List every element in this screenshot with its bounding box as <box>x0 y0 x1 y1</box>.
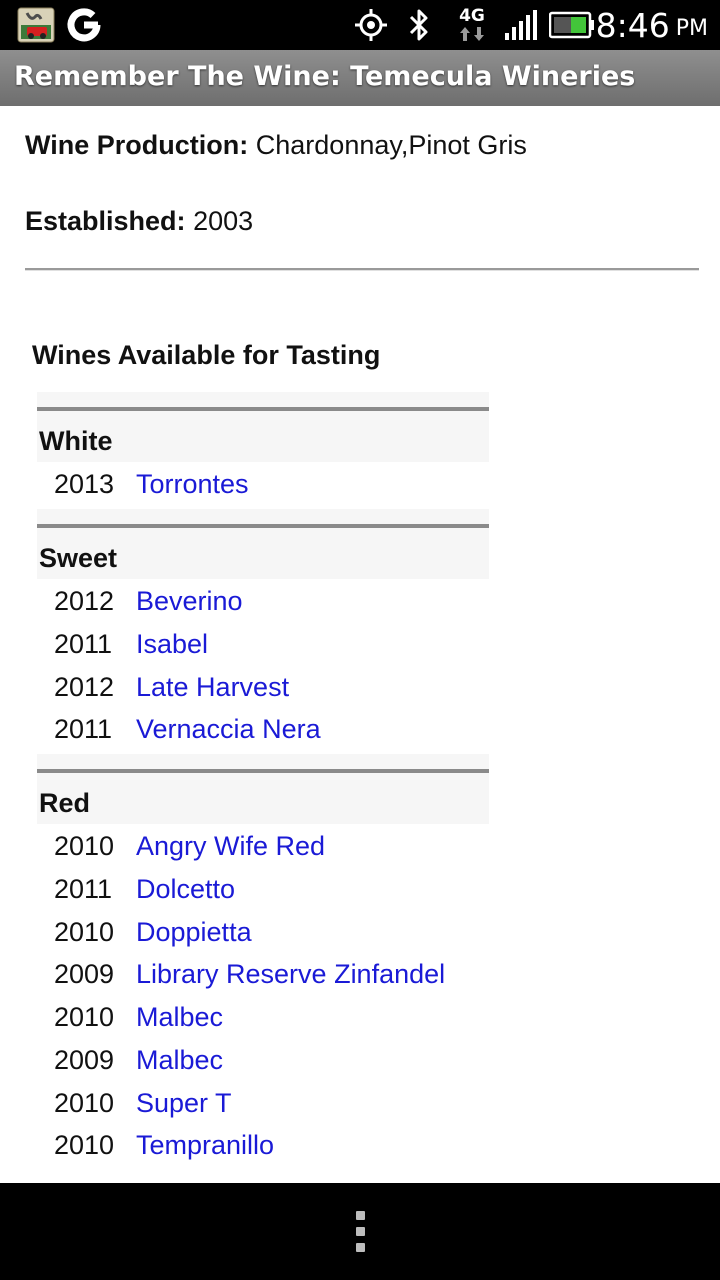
category-rule <box>37 407 489 411</box>
bluetooth-icon <box>402 0 436 50</box>
tasting-section-title: Wines Available for Tasting <box>32 340 381 370</box>
category-header-red <box>37 754 489 824</box>
established-line: Established: 2003 <box>25 206 253 237</box>
wine-link[interactable]: Isabel <box>136 629 208 660</box>
wine-link[interactable]: Torrontes <box>136 469 249 500</box>
status-bar: 4G 8:46 PM <box>0 0 720 50</box>
wine-year: 2010 <box>54 831 115 861</box>
category-rule <box>37 769 489 773</box>
wine-production-label: Wine Production: <box>25 130 249 160</box>
wine-year: 2010 <box>54 1088 115 1118</box>
wine-year: 2010 <box>54 917 115 947</box>
battery-icon <box>548 0 596 50</box>
gps-icon <box>352 0 390 50</box>
photo-notification-icon <box>16 0 56 50</box>
wine-link[interactable]: Late Harvest <box>136 672 289 703</box>
wine-year: 2011 <box>54 874 113 904</box>
wine-year: 2010 <box>54 1130 115 1160</box>
wine-year: 2011 <box>54 629 113 659</box>
wine-year: 2011 <box>54 714 113 744</box>
wine-link[interactable]: Super T <box>136 1088 232 1119</box>
clock: 8:46 PM <box>596 0 708 50</box>
wine-production-line: Wine Production: Chardonnay,Pinot Gris <box>25 130 527 161</box>
category-name: White <box>39 426 113 456</box>
category-name: Red <box>39 788 91 818</box>
wine-production-value: Chardonnay,Pinot Gris <box>255 130 527 160</box>
wine-link[interactable]: Beverino <box>136 586 243 617</box>
wine-link[interactable]: Malbec <box>136 1002 223 1033</box>
navigation-bar <box>0 1183 720 1280</box>
network-type-label: 4G <box>459 6 485 26</box>
winery-detail-content[interactable]: Wine Production: Chardonnay,Pinot Gris E… <box>0 106 720 1183</box>
wine-year: 2009 <box>54 1045 115 1075</box>
wine-year: 2012 <box>54 672 115 702</box>
wine-year: 2010 <box>54 1002 115 1032</box>
wine-link[interactable]: Angry Wife Red <box>136 831 325 862</box>
clock-time: 8:46 <box>595 5 670 45</box>
established-value: 2003 <box>193 206 254 236</box>
category-name: Sweet <box>39 543 118 573</box>
divider <box>25 268 699 271</box>
category-rule <box>37 524 489 528</box>
4g-data-icon: 4G <box>452 0 492 50</box>
wine-link[interactable]: Dolcetto <box>136 874 235 905</box>
wine-link[interactable]: Library Reserve Zinfandel <box>136 959 445 990</box>
established-label: Established: <box>25 206 186 236</box>
wine-year: 2012 <box>54 586 115 616</box>
wine-year: 2009 <box>54 959 115 989</box>
title-bar: Remember The Wine: Temecula Wineries <box>0 50 720 107</box>
wine-link[interactable]: Malbec <box>136 1045 223 1076</box>
clock-ampm: PM <box>675 15 708 41</box>
signal-strength-icon <box>502 0 540 50</box>
wine-link[interactable]: Doppietta <box>136 917 252 948</box>
overflow-menu-icon[interactable] <box>352 1211 368 1255</box>
page-title: Remember The Wine: Temecula Wineries <box>14 61 636 92</box>
wine-year: 2013 <box>54 469 115 499</box>
google-icon <box>62 0 106 50</box>
wine-link[interactable]: Vernaccia Nera <box>136 714 321 745</box>
wine-link[interactable]: Tempranillo <box>136 1130 274 1161</box>
